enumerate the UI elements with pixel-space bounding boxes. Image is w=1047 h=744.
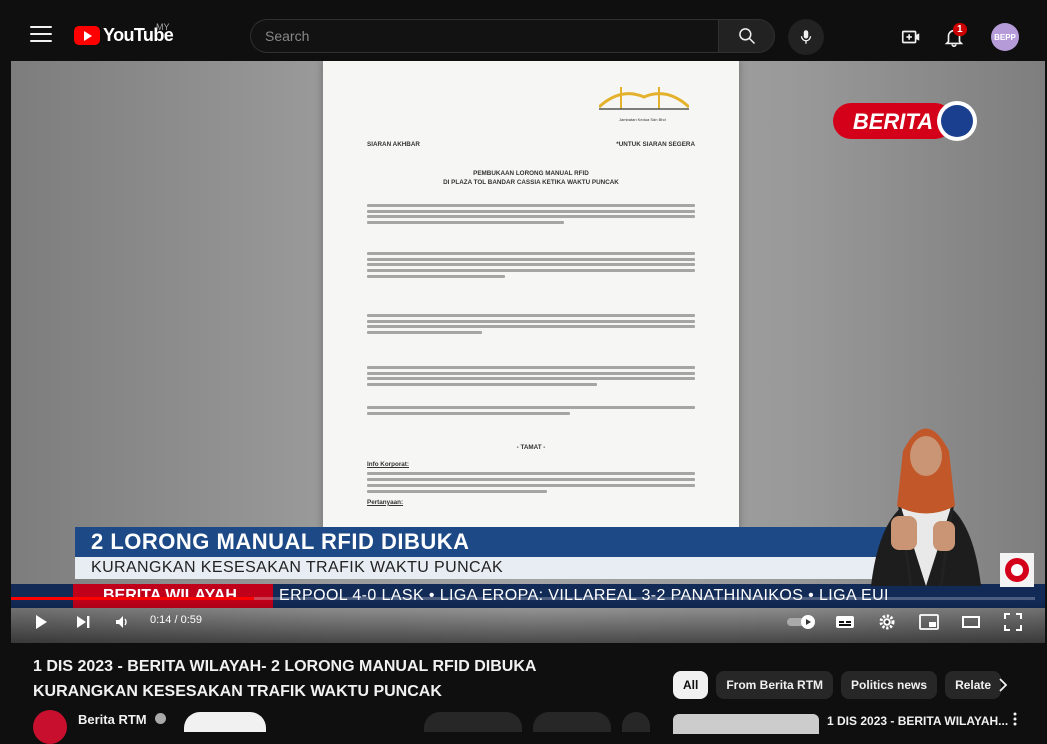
chevron-right-icon[interactable] xyxy=(994,676,1012,694)
more-vert-icon[interactable] xyxy=(1010,712,1020,726)
chip-politics-news[interactable]: Politics news xyxy=(841,671,938,699)
player-controls: 0:14 / 0:59 xyxy=(11,600,1045,643)
doc-info-section: Info Korporat: Pertanyaan: xyxy=(367,461,695,507)
next-icon xyxy=(77,616,90,628)
channel-avatar[interactable] xyxy=(33,710,67,744)
doc-title-line1: PEMBUKAAN LORONG MANUAL RFID xyxy=(473,170,589,177)
region-code: MY xyxy=(156,22,170,32)
create-icon xyxy=(901,30,920,44)
like-button[interactable] xyxy=(424,712,522,732)
mic-icon xyxy=(800,30,812,44)
mute-button[interactable] xyxy=(112,612,132,632)
recommendation-chips: All From Berita RTM Politics news Relate xyxy=(673,671,1002,699)
avatar[interactable]: BEPP xyxy=(991,23,1019,51)
search-button[interactable] xyxy=(718,19,775,53)
search-input[interactable] xyxy=(250,19,719,53)
autoplay-toggle-icon xyxy=(787,615,815,629)
share-button[interactable] xyxy=(533,712,611,732)
play-button[interactable] xyxy=(31,612,51,632)
notification-badge: 1 xyxy=(953,23,967,36)
youtube-logo-icon xyxy=(74,26,100,45)
video-title: 1 DIS 2023 - BERITA WILAYAH- 2 LORONG MA… xyxy=(33,654,633,704)
press-release-document: Jambatan Kedua Sdn Bhd SIARAN AKHBAR *UN… xyxy=(323,61,739,531)
subscribe-button[interactable] xyxy=(184,712,266,732)
settings-button[interactable] xyxy=(877,612,897,632)
doc-right-header: *UNTUK SIARAN SEGERA xyxy=(616,141,695,148)
doc-paragraph xyxy=(367,403,695,417)
create-button[interactable] xyxy=(899,25,923,49)
lower-third-headline: 2 LORONG MANUAL RFID DIBUKA xyxy=(75,527,895,557)
recommendation-thumbnail[interactable] xyxy=(673,714,819,734)
doc-paragraph xyxy=(367,249,695,281)
doc-tamat: - TAMAT - xyxy=(516,444,546,451)
more-actions-button[interactable] xyxy=(622,712,650,732)
chip-all[interactable]: All xyxy=(673,671,709,699)
settings-icon xyxy=(879,614,895,630)
fullscreen-button[interactable] xyxy=(1003,612,1023,632)
doc-title-line2: DI PLAZA TOL BANDAR CASSIA KETIKA WAKTU … xyxy=(443,179,619,186)
search-icon xyxy=(738,28,755,45)
rtm-channel-bug-icon xyxy=(1000,553,1034,587)
verified-icon xyxy=(155,713,166,724)
masthead: YouTube MY 1 BEPP xyxy=(0,0,1047,62)
menu-icon[interactable] xyxy=(30,26,52,42)
theater-mode-button[interactable] xyxy=(961,612,981,632)
doc-paragraph xyxy=(367,311,695,337)
doc-info-heading: Info Korporat: xyxy=(367,461,409,468)
subtitles-button[interactable] xyxy=(835,612,855,632)
video-player[interactable]: Jambatan Kedua Sdn Bhd SIARAN AKHBAR *UN… xyxy=(11,61,1045,643)
voice-search-button[interactable] xyxy=(788,19,824,55)
berita-rtm-logo-icon: BERITA xyxy=(833,101,977,141)
brand-text: BERITA xyxy=(853,109,933,134)
channel-name[interactable]: Berita RTM xyxy=(78,712,147,727)
sign-language-interpreter xyxy=(871,428,981,586)
recommendation-title[interactable]: 1 DIS 2023 - BERITA WILAYAH... xyxy=(827,714,1008,728)
miniplayer-button[interactable] xyxy=(919,612,939,632)
autoplay-toggle[interactable] xyxy=(785,612,819,632)
doc-left-header: SIARAN AKHBAR xyxy=(367,141,420,148)
theater-icon xyxy=(962,616,980,628)
doc-pertanyaan: Pertanyaan: xyxy=(367,498,404,506)
doc-company: Jambatan Kedua Sdn Bhd xyxy=(619,117,666,122)
video-title-line1: 1 DIS 2023 - BERITA WILAYAH- 2 LORONG MA… xyxy=(33,658,537,675)
time-display: 0:14 / 0:59 xyxy=(150,614,202,626)
lower-third-subheadline: KURANGKAN KESESAKAN TRAFIK WAKTU PUNCAK xyxy=(75,557,895,579)
subtitles-icon xyxy=(836,616,854,628)
bridge-logo-icon xyxy=(599,87,689,110)
play-icon xyxy=(36,615,47,629)
fullscreen-icon xyxy=(1004,613,1022,631)
doc-header-row: SIARAN AKHBAR *UNTUK SIARAN SEGERA xyxy=(367,141,695,148)
volume-icon xyxy=(116,616,127,628)
doc-paragraph xyxy=(367,363,695,389)
chip-related[interactable]: Relate xyxy=(945,671,1002,699)
doc-title: PEMBUKAAN LORONG MANUAL RFID DI PLAZA TO… xyxy=(323,169,739,187)
doc-paragraph xyxy=(367,201,695,227)
chip-from-channel[interactable]: From Berita RTM xyxy=(716,671,834,699)
miniplayer-icon xyxy=(919,614,939,630)
next-button[interactable] xyxy=(73,612,93,632)
video-title-line2: KURANGKAN KESESAKAN TRAFIK WAKTU PUNCAK xyxy=(33,683,442,700)
